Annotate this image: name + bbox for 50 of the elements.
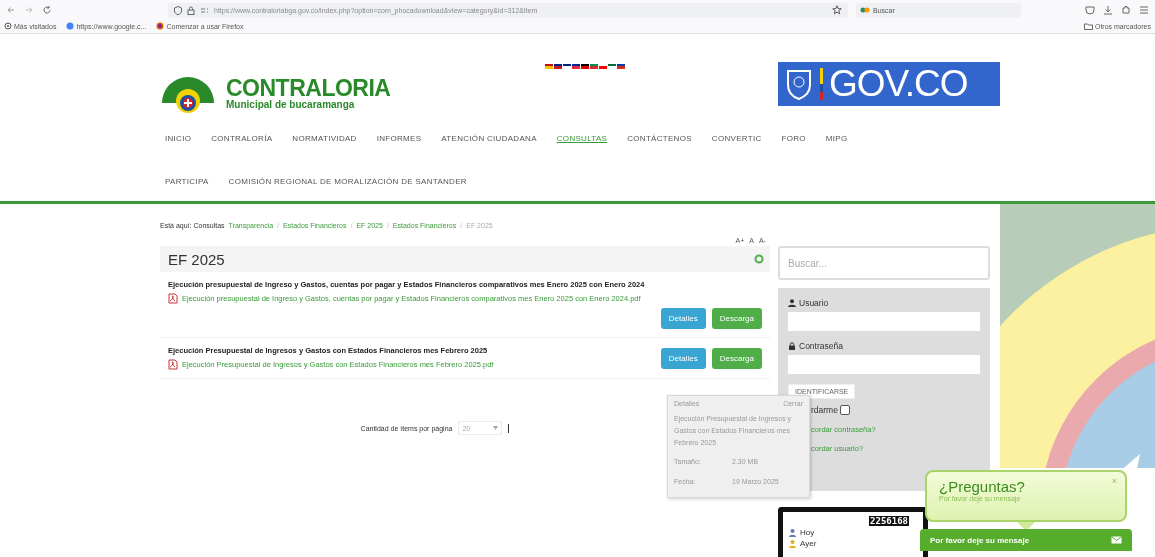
google-icon bbox=[66, 22, 75, 30]
nav-link[interactable]: NORMATIVIDAD bbox=[292, 134, 357, 143]
lock-icon bbox=[187, 5, 195, 15]
person-icon bbox=[789, 528, 796, 537]
lock-icon bbox=[788, 342, 796, 350]
visit-count: 2256168 bbox=[869, 516, 909, 526]
user-icon bbox=[788, 299, 796, 307]
nav-link[interactable]: INICIO bbox=[165, 134, 192, 143]
pocket-icon[interactable] bbox=[1085, 5, 1095, 15]
counter-label: Ayer bbox=[800, 539, 817, 548]
username-input[interactable] bbox=[788, 312, 980, 331]
nav-link[interactable]: CONTRALORÍA bbox=[211, 134, 273, 143]
refresh-icon[interactable] bbox=[754, 254, 764, 264]
nav-link[interactable]: FORO bbox=[781, 134, 806, 143]
nav-link[interactable]: CONTÁCTENOS bbox=[627, 134, 692, 143]
password-input[interactable] bbox=[788, 355, 980, 374]
reload-icon[interactable] bbox=[42, 5, 52, 15]
coat-of-arms-icon bbox=[784, 67, 814, 101]
person-icon bbox=[789, 539, 796, 548]
bar-icon bbox=[820, 68, 823, 100]
username-label: Usuario bbox=[799, 298, 829, 308]
back-icon[interactable] bbox=[6, 5, 16, 15]
chat-title: ¿Preguntas? bbox=[939, 478, 1026, 495]
envelope-icon bbox=[1111, 536, 1122, 544]
remember-checkbox[interactable] bbox=[839, 405, 850, 415]
logo-title: CONTRALORIA bbox=[226, 76, 391, 99]
permissions-icon bbox=[200, 6, 209, 14]
pdf-icon bbox=[168, 359, 178, 370]
password-label: Contraseña bbox=[799, 341, 843, 351]
nav-link[interactable]: COMISIÓN REGIONAL DE MORALIZACIÓN DE SANTANDER bbox=[228, 177, 467, 186]
search-engine-icon bbox=[860, 6, 870, 14]
gov-co-logo: GOV.CO bbox=[778, 62, 1000, 106]
nav-link[interactable]: ATENCIÓN CIUDADANA bbox=[441, 134, 537, 143]
category-title: EF 2025 bbox=[168, 250, 225, 268]
remember-label: rdarme bbox=[811, 405, 838, 415]
shield-icon bbox=[174, 5, 182, 15]
logo-subtitle: Municipal de bucaramanga bbox=[226, 98, 356, 110]
nav-link[interactable]: PARTICIPA bbox=[165, 177, 209, 186]
counter-label: Hoy bbox=[800, 528, 815, 537]
folder-icon bbox=[1083, 22, 1093, 30]
nav-link[interactable]: MIPG bbox=[825, 134, 848, 143]
bookmark-star-icon[interactable] bbox=[832, 5, 842, 15]
nav-link[interactable]: INFORMES bbox=[376, 134, 422, 143]
caret-icon bbox=[493, 426, 499, 430]
nav-link[interactable]: CONSULTAS bbox=[556, 134, 608, 143]
firefox-icon bbox=[156, 22, 165, 30]
nav-link[interactable]: CONVERTIC bbox=[711, 134, 762, 143]
gear-icon bbox=[4, 22, 12, 30]
download-icon[interactable] bbox=[1103, 5, 1113, 15]
pdf-icon bbox=[168, 293, 178, 304]
